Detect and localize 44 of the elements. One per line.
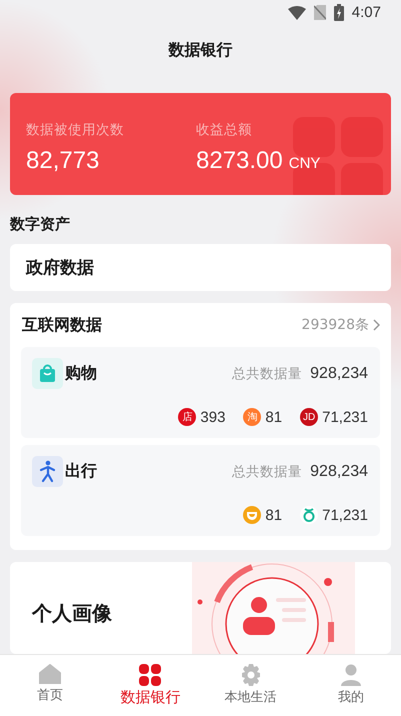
- settings-icon: [240, 664, 262, 686]
- app-logo-icon: 淘: [243, 408, 262, 426]
- stat-label: 收益总额: [196, 120, 253, 139]
- category-name: 购物: [65, 363, 98, 384]
- battery-charging-icon: [334, 4, 344, 22]
- source-count: 81: [265, 408, 282, 426]
- source-count: 71,231: [322, 506, 368, 524]
- category-card[interactable]: 购物 总共数据量 928,234 店 393 淘 81 JD 71,231: [21, 347, 380, 438]
- currency-unit: CNY: [288, 154, 320, 172]
- source-count: 81: [265, 506, 282, 524]
- app-logo-icon: [243, 506, 262, 524]
- category-card[interactable]: 出行 总共数据量 928,234 81 71,231: [21, 445, 380, 536]
- no-sim-icon: [314, 5, 326, 20]
- section-title: 数字资产: [10, 214, 71, 234]
- total-value: 928,234: [310, 462, 368, 481]
- nav-tab[interactable]: 首页: [0, 655, 100, 716]
- status-time: 4:07: [352, 4, 381, 22]
- person-icon: [340, 664, 362, 686]
- app-logo-icon: JD: [300, 408, 318, 426]
- category-name: 出行: [65, 461, 98, 482]
- wifi-icon: [288, 6, 306, 20]
- stat-value: 8273.00: [196, 146, 283, 175]
- card-title: 互联网数据: [22, 314, 102, 336]
- government-data-card[interactable]: 政府数据: [10, 244, 391, 292]
- total-label: 总共数据量: [232, 462, 302, 481]
- source-count: 393: [200, 408, 226, 426]
- stat-label: 数据被使用次数: [26, 120, 125, 139]
- nav-tab[interactable]: 我的: [300, 655, 401, 716]
- grid-icon: [139, 664, 162, 686]
- nav-tab[interactable]: 数据银行: [100, 655, 200, 716]
- portrait-card[interactable]: 个人画像: [10, 562, 391, 654]
- app-logo-icon: [300, 506, 318, 524]
- total-label: 总共数据量: [232, 364, 302, 383]
- shopping-bag-icon: [32, 358, 63, 390]
- nav-tab[interactable]: 本地生活: [200, 655, 301, 716]
- source-count: 71,231: [322, 408, 368, 426]
- page-title: 数据银行: [167, 40, 234, 61]
- card-title: 个人画像: [30, 600, 113, 628]
- home-icon: [39, 664, 62, 684]
- app-logo-icon: 店: [178, 408, 196, 426]
- chevron-right-icon[interactable]: [373, 319, 380, 332]
- walking-person-icon: [32, 456, 63, 488]
- total-value: 928,234: [310, 364, 368, 383]
- stat-value: 82,773: [26, 146, 100, 175]
